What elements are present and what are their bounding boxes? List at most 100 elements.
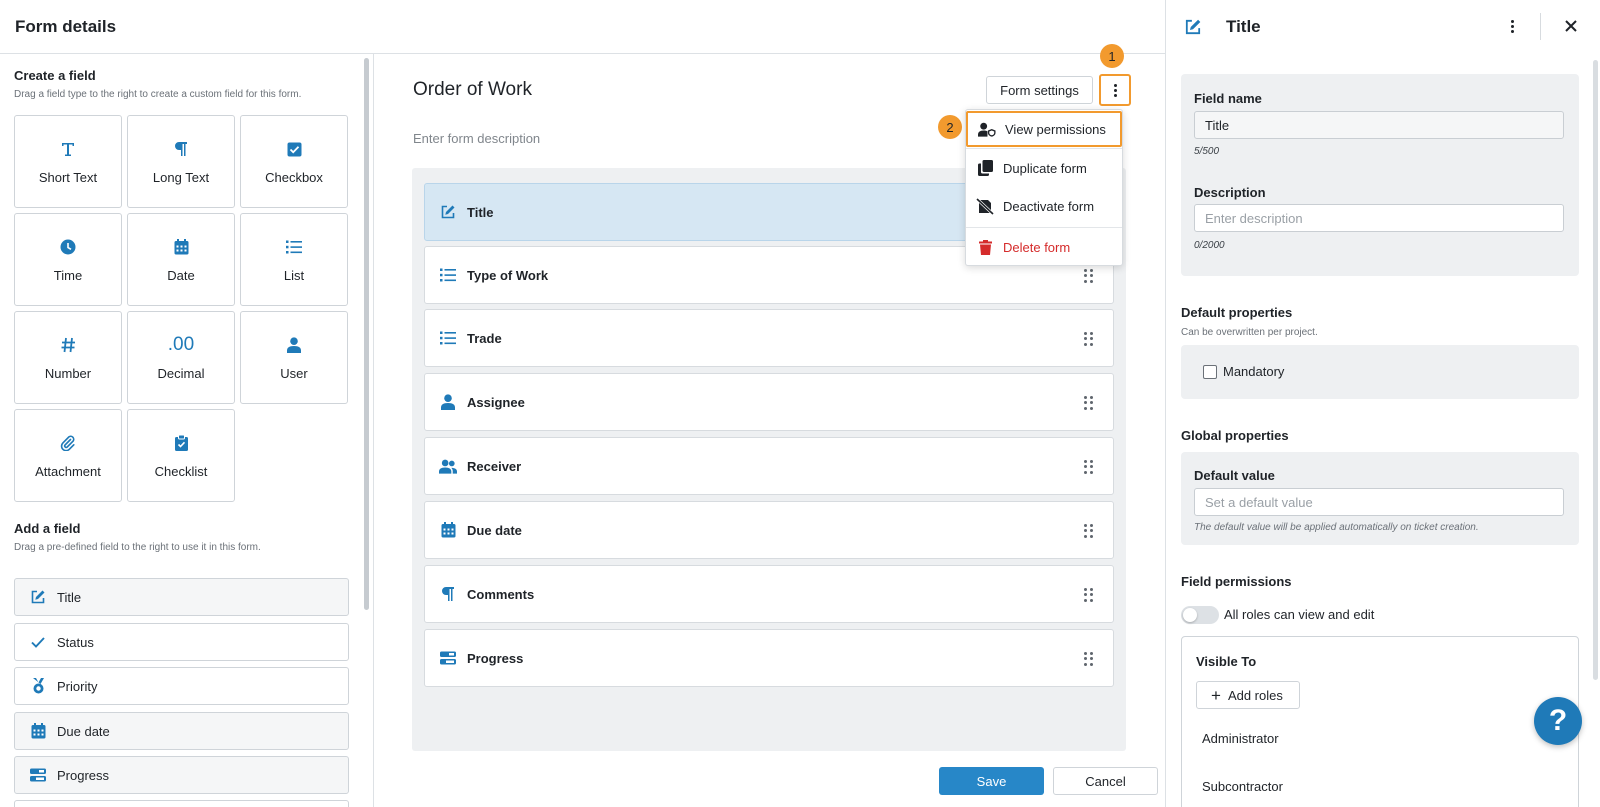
add-field-subtitle: Drag a pre-defined field to the right to…	[14, 542, 261, 553]
field-type-date[interactable]: Date	[127, 213, 235, 306]
details-title: Title	[1226, 17, 1261, 36]
field-type-decimal[interactable]: .00 Decimal	[127, 311, 235, 404]
add-roles-button[interactable]: + Add roles	[1196, 681, 1300, 709]
checkbox-icon	[287, 138, 302, 160]
menu-item-deactivate-form[interactable]: Deactivate form	[966, 188, 1122, 224]
list-icon	[439, 329, 457, 347]
field-details-panel: Title Field name Title 5/500 Description…	[1165, 0, 1600, 807]
global-properties-group: Default value Set a default value The de…	[1181, 452, 1579, 545]
text-icon	[60, 138, 76, 160]
form-more-menu-button[interactable]	[1099, 74, 1131, 106]
description-counter: 0/2000	[1194, 240, 1225, 251]
drag-handle-icon[interactable]	[1084, 588, 1093, 602]
edit-icon	[30, 589, 46, 605]
form-title[interactable]: Order of Work	[413, 79, 532, 101]
field-type-number[interactable]: Number	[14, 311, 122, 404]
decimal-icon: .00	[167, 334, 195, 355]
predefined-field-priority[interactable]: Priority	[14, 667, 349, 705]
paragraph-icon	[174, 138, 188, 160]
help-button[interactable]: ?	[1534, 697, 1582, 745]
list-icon	[439, 266, 457, 284]
drag-handle-icon[interactable]	[1084, 524, 1093, 538]
cancel-button[interactable]: Cancel	[1053, 767, 1158, 795]
role-item: Subcontractor	[1202, 779, 1283, 794]
form-description-input[interactable]: Enter form description	[413, 131, 540, 146]
form-field-row[interactable]: Receiver	[424, 437, 1114, 495]
palette-scrollbar[interactable]	[364, 58, 369, 610]
field-basics-group: Field name Title 5/500 Description Enter…	[1181, 74, 1579, 276]
default-value-note: The default value will be applied automa…	[1194, 522, 1479, 533]
copy-icon	[976, 159, 994, 177]
default-properties-title: Default properties	[1181, 305, 1293, 320]
description-input[interactable]: Enter description	[1194, 204, 1564, 232]
all-roles-toggle[interactable]	[1181, 606, 1219, 624]
field-type-checklist[interactable]: Checklist	[127, 409, 235, 502]
user-shield-icon	[978, 120, 996, 138]
add-field-title: Add a field	[14, 521, 81, 536]
details-scrollbar[interactable]	[1593, 60, 1598, 680]
field-type-checkbox[interactable]: Checkbox	[240, 115, 348, 208]
visible-to-group: Visible To + Add roles Administrator Sub…	[1181, 636, 1579, 807]
menu-item-delete-form[interactable]: Delete form	[966, 229, 1122, 265]
hash-icon	[61, 334, 76, 356]
menu-divider	[966, 227, 1122, 228]
predefined-field-next[interactable]	[14, 800, 349, 807]
header-divider	[1540, 13, 1541, 40]
form-settings-button[interactable]: Form settings	[986, 76, 1093, 104]
details-more-icon[interactable]	[1511, 20, 1514, 33]
form-field-row[interactable]: Trade	[424, 309, 1114, 367]
field-type-attachment[interactable]: Attachment	[14, 409, 122, 502]
progress-icon	[439, 649, 457, 667]
default-properties-subtitle: Can be overwritten per project.	[1181, 327, 1318, 338]
page-title: Form details	[15, 17, 117, 36]
step-badge-1: 1	[1100, 44, 1124, 68]
predefined-field-status[interactable]: Status	[14, 623, 349, 661]
field-palette-panel: Create a field Drag a field type to the …	[0, 54, 374, 807]
field-type-short-text[interactable]: Short Text	[14, 115, 122, 208]
page-header: Form details	[0, 0, 1165, 54]
field-type-long-text[interactable]: Long Text	[127, 115, 235, 208]
user-icon	[439, 393, 457, 411]
plus-icon: +	[1211, 685, 1221, 705]
field-type-list[interactable]: List	[240, 213, 348, 306]
paragraph-icon	[439, 585, 457, 603]
drag-handle-icon[interactable]	[1084, 396, 1093, 410]
all-roles-label: All roles can view and edit	[1224, 607, 1375, 622]
paperclip-icon	[60, 432, 76, 454]
field-name-counter: 5/500	[1194, 146, 1220, 157]
form-field-row[interactable]: Assignee	[424, 373, 1114, 431]
field-name-input[interactable]: Title	[1194, 111, 1564, 139]
field-type-time[interactable]: Time	[14, 213, 122, 306]
predefined-field-title[interactable]: Title	[14, 578, 349, 616]
drag-handle-icon[interactable]	[1084, 460, 1093, 474]
menu-item-view-permissions[interactable]: View permissions	[966, 111, 1122, 147]
progress-icon	[30, 767, 46, 783]
list-icon	[286, 236, 302, 258]
form-field-row[interactable]: Progress	[424, 629, 1114, 687]
save-button[interactable]: Save	[939, 767, 1044, 795]
drag-handle-icon[interactable]	[1084, 332, 1093, 346]
user-icon	[287, 334, 301, 356]
global-properties-title: Global properties	[1181, 428, 1289, 443]
more-vertical-icon	[1113, 83, 1117, 97]
users-icon	[439, 457, 457, 475]
visible-to-label: Visible To	[1196, 654, 1257, 669]
default-value-input[interactable]: Set a default value	[1194, 488, 1564, 516]
menu-item-duplicate-form[interactable]: Duplicate form	[966, 150, 1122, 186]
edit-icon	[439, 203, 457, 221]
medal-icon	[30, 678, 46, 694]
form-field-row[interactable]: Due date	[424, 501, 1114, 559]
mandatory-label: Mandatory	[1223, 364, 1285, 379]
close-icon[interactable]	[1563, 18, 1579, 34]
form-field-row[interactable]: Comments	[424, 565, 1114, 623]
field-type-user[interactable]: User	[240, 311, 348, 404]
predefined-field-due-date[interactable]: Due date	[14, 712, 349, 750]
trash-icon	[976, 238, 994, 256]
mandatory-checkbox[interactable]	[1203, 365, 1217, 379]
predefined-field-progress[interactable]: Progress	[14, 756, 349, 794]
default-value-label: Default value	[1194, 468, 1275, 483]
calendar-icon	[174, 236, 189, 258]
drag-handle-icon[interactable]	[1084, 652, 1093, 666]
deactivate-icon	[976, 197, 994, 215]
drag-handle-icon[interactable]	[1084, 269, 1093, 283]
